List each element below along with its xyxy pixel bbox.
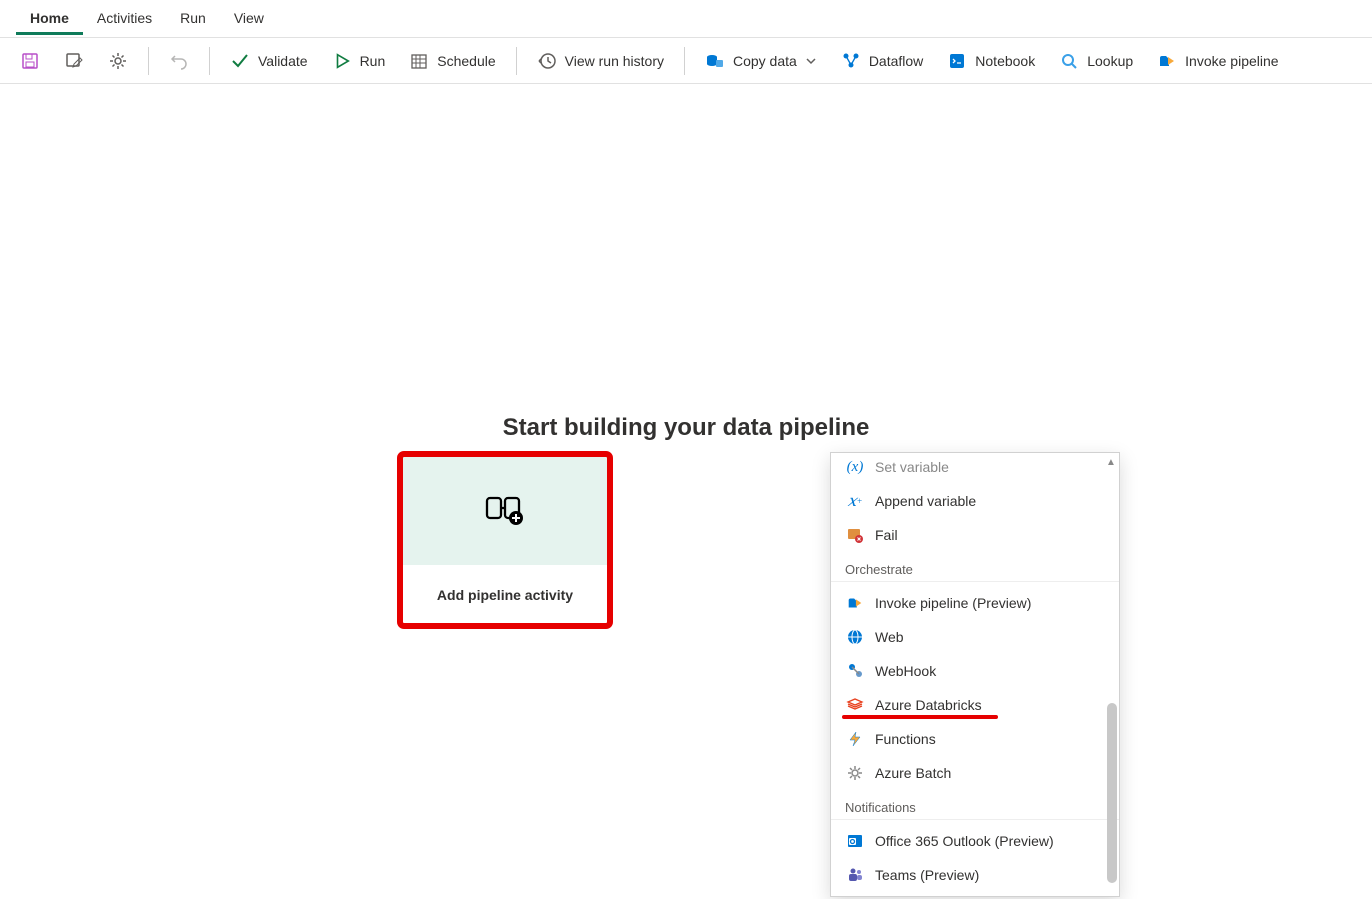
notebook-button[interactable]: Notebook <box>937 45 1045 77</box>
web-icon <box>845 627 865 647</box>
activity-dropdown: ▲ (x) Set variable 𝑥+ Append variable Fa… <box>830 452 1120 897</box>
canvas-title: Start building your data pipeline <box>0 414 1372 442</box>
pipeline-activity-icon <box>483 490 527 530</box>
dropdown-list[interactable]: (x) Set variable 𝑥+ Append variable Fail… <box>831 453 1119 896</box>
card-label: Add pipeline activity <box>401 565 609 625</box>
menu-item-label: WebHook <box>875 663 936 679</box>
menu-item-label: Teams (Preview) <box>875 867 979 883</box>
invoke-pipeline-button[interactable]: Invoke pipeline <box>1147 45 1288 77</box>
menu-item-outlook[interactable]: Office 365 Outlook (Preview) <box>831 824 1119 858</box>
gear-icon <box>108 51 128 71</box>
separator <box>148 47 149 75</box>
append-variable-icon: 𝑥+ <box>845 491 865 511</box>
menu-item-label: Functions <box>875 731 936 747</box>
lookup-icon <box>1059 51 1079 71</box>
undo-button[interactable] <box>159 45 199 77</box>
menu-item-append-variable[interactable]: 𝑥+ Append variable <box>831 484 1119 518</box>
history-icon <box>537 51 557 71</box>
functions-icon <box>845 729 865 749</box>
gear-icon <box>845 763 865 783</box>
schedule-label: Schedule <box>437 53 495 69</box>
tab-home[interactable]: Home <box>16 2 83 35</box>
view-run-history-label: View run history <box>565 53 664 69</box>
chevron-down-icon <box>805 51 817 71</box>
checkmark-icon <box>230 51 250 71</box>
invoke-pipeline-icon <box>845 593 865 613</box>
invoke-pipeline-icon <box>1157 51 1177 71</box>
scrollbar-thumb[interactable] <box>1107 703 1117 883</box>
notebook-label: Notebook <box>975 53 1035 69</box>
menu-item-invoke-pipeline[interactable]: Invoke pipeline (Preview) <box>831 586 1119 620</box>
schedule-button[interactable]: Schedule <box>399 45 505 77</box>
menu-item-label: Append variable <box>875 493 976 509</box>
dataflow-icon <box>841 51 861 71</box>
view-run-history-button[interactable]: View run history <box>527 45 674 77</box>
tab-view[interactable]: View <box>220 2 278 35</box>
save-as-button[interactable] <box>54 45 94 77</box>
save-as-icon <box>64 51 84 71</box>
save-button[interactable] <box>10 45 50 77</box>
menu-item-webhook[interactable]: WebHook <box>831 654 1119 688</box>
separator <box>516 47 517 75</box>
webhook-icon <box>845 661 865 681</box>
run-label: Run <box>360 53 386 69</box>
separator <box>684 47 685 75</box>
settings-button[interactable] <box>98 45 138 77</box>
play-icon <box>332 51 352 71</box>
teams-icon <box>845 865 865 885</box>
pipeline-canvas[interactable]: Start building your data pipeline Add pi… <box>0 84 1372 899</box>
menu-item-label: Invoke pipeline (Preview) <box>875 595 1031 611</box>
validate-label: Validate <box>258 53 308 69</box>
tab-run[interactable]: Run <box>166 2 220 35</box>
menu-item-label: Office 365 Outlook (Preview) <box>875 833 1054 849</box>
menu-item-functions[interactable]: Functions <box>831 722 1119 756</box>
notebook-icon <box>947 51 967 71</box>
calendar-icon <box>409 51 429 71</box>
databricks-icon <box>845 695 865 715</box>
menu-header-notifications: Notifications <box>831 790 1119 820</box>
menu-item-label: Web <box>875 629 904 645</box>
variable-icon: (x) <box>845 457 865 477</box>
scroll-up-arrow[interactable]: ▲ <box>1105 457 1117 469</box>
menu-item-fail[interactable]: Fail <box>831 518 1119 552</box>
copy-data-button[interactable]: Copy data <box>695 45 827 77</box>
lookup-label: Lookup <box>1087 53 1133 69</box>
save-icon <box>20 51 40 71</box>
run-button[interactable]: Run <box>322 45 396 77</box>
lookup-button[interactable]: Lookup <box>1049 45 1143 77</box>
tab-bar: Home Activities Run View <box>0 0 1372 38</box>
dataflow-label: Dataflow <box>869 53 923 69</box>
card-placeholder <box>628 454 838 626</box>
menu-item-label: Fail <box>875 527 898 543</box>
separator <box>209 47 210 75</box>
outlook-icon <box>845 831 865 851</box>
menu-item-web[interactable]: Web <box>831 620 1119 654</box>
validate-button[interactable]: Validate <box>220 45 318 77</box>
tab-activities[interactable]: Activities <box>83 2 166 35</box>
menu-item-label: Set variable <box>875 459 949 475</box>
menu-item-label: Azure Batch <box>875 765 951 781</box>
invoke-pipeline-label: Invoke pipeline <box>1185 53 1278 69</box>
menu-item-teams[interactable]: Teams (Preview) <box>831 858 1119 892</box>
fail-icon <box>845 525 865 545</box>
dataflow-button[interactable]: Dataflow <box>831 45 933 77</box>
copy-data-label: Copy data <box>733 53 797 69</box>
card-icon-area <box>401 455 609 565</box>
toolbar: Validate Run Schedule View run history C… <box>0 38 1372 84</box>
annotation-underline <box>842 715 998 719</box>
menu-item-label: Azure Databricks <box>875 697 982 713</box>
undo-icon <box>169 51 189 71</box>
menu-item-set-variable[interactable]: (x) Set variable <box>831 457 1119 484</box>
add-pipeline-activity-card[interactable]: Add pipeline activity <box>400 454 610 626</box>
menu-item-azure-batch[interactable]: Azure Batch <box>831 756 1119 790</box>
copy-data-icon <box>705 51 725 71</box>
menu-header-orchestrate: Orchestrate <box>831 552 1119 582</box>
